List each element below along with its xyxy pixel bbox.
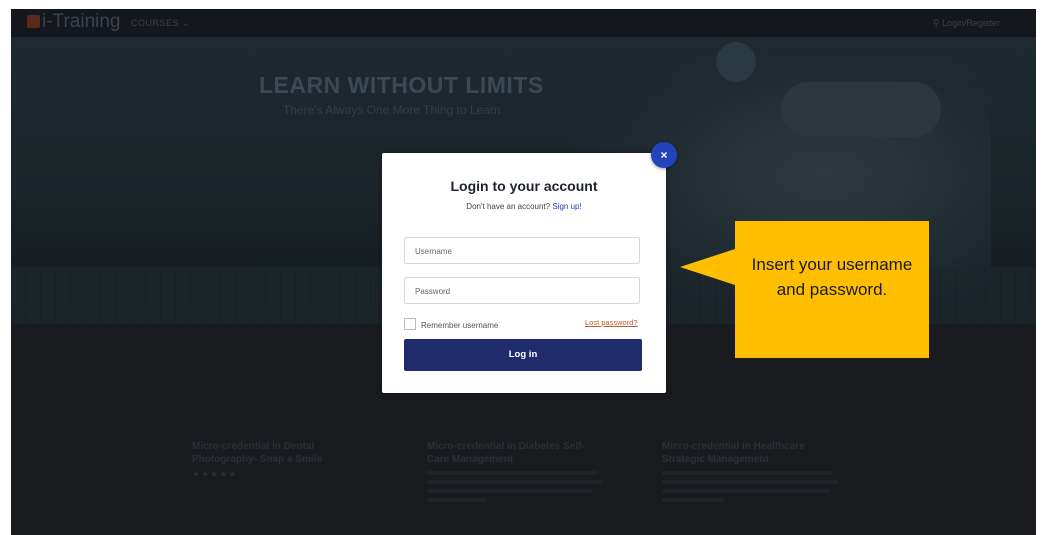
site-logo[interactable]: i-Training	[27, 11, 121, 33]
chevron-down-icon: ⌄	[182, 18, 191, 28]
course-card[interactable]: Micro-credential in Diabetes Self-Care M…	[427, 440, 603, 507]
course-description	[427, 471, 603, 502]
username-input[interactable]: Username	[404, 237, 640, 264]
course-card[interactable]: Micro-credential in Dental Photography- …	[192, 440, 367, 480]
course-title[interactable]: Micro-credential in Healthcare Strategic…	[662, 440, 837, 466]
callout-text: Insert your username and password.	[751, 255, 913, 299]
login-register-link[interactable]: ⚲ Login/Register	[933, 18, 1000, 29]
remember-username[interactable]: Remember username	[404, 318, 498, 330]
user-icon: ⚲	[932, 18, 940, 28]
instruction-callout: Insert your username and password.	[735, 221, 929, 358]
course-description	[662, 471, 838, 502]
logo-icon	[27, 15, 40, 28]
rating-stars: ★★★★★	[192, 469, 238, 479]
login-button[interactable]: Log in	[404, 339, 642, 371]
course-card[interactable]: Micro-credential in Healthcare Strategic…	[662, 440, 838, 507]
top-navbar: i-Training COURSES ⌄ ⚲ Login/Register	[11, 9, 1036, 37]
hero-subtitle: There's Always One More Thing to Learn	[283, 103, 501, 117]
remember-checkbox[interactable]	[404, 318, 416, 330]
callout-pointer	[680, 249, 735, 285]
remember-label: Remember username	[421, 321, 499, 330]
lost-password-link[interactable]: Lost password?	[585, 318, 638, 327]
course-title[interactable]: Micro-credential in Dental Photography- …	[192, 440, 367, 466]
signup-prompt: Don't have an account? Sign up!	[382, 202, 666, 211]
hero-title: LEARN WITHOUT LIMITS	[259, 72, 544, 98]
login-modal: Login to your account Don't have an acco…	[382, 153, 666, 393]
course-title[interactable]: Micro-credential in Diabetes Self-Care M…	[427, 440, 602, 466]
close-icon[interactable]: ×	[651, 142, 677, 168]
courses-menu[interactable]: COURSES ⌄	[131, 18, 190, 29]
signup-link[interactable]: Sign up!	[552, 202, 581, 211]
hero-cloud-decoration	[716, 42, 756, 82]
login-register-label: Login/Register	[941, 18, 1000, 28]
logo-text: i-Training	[42, 11, 121, 32]
signup-prompt-text: Don't have an account?	[466, 202, 551, 211]
modal-title: Login to your account	[450, 178, 598, 194]
courses-menu-label: COURSES	[131, 18, 180, 28]
hero-decoration	[781, 82, 941, 137]
password-input[interactable]: Password	[404, 277, 640, 304]
